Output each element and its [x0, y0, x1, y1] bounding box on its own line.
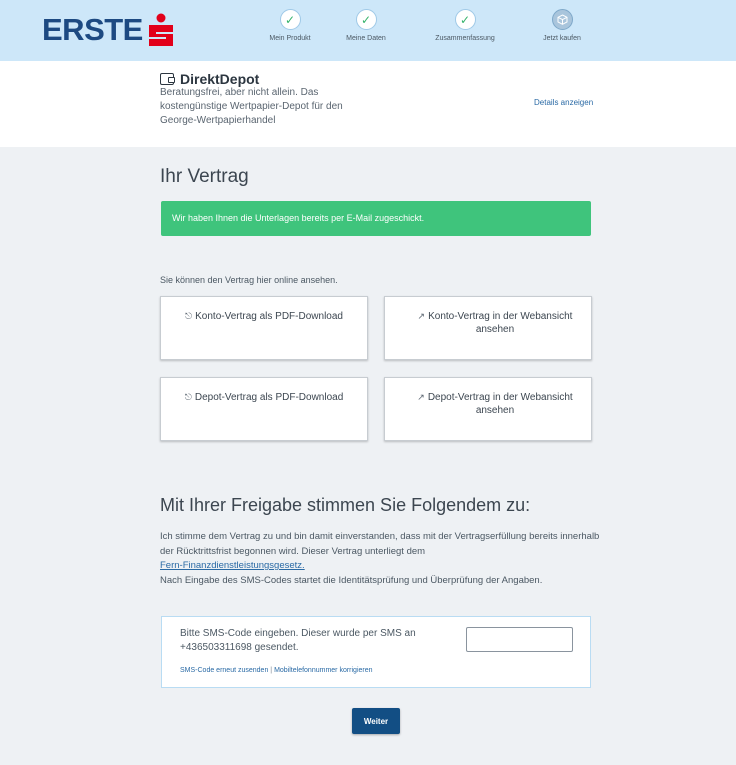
download-icon: ⎋ [184, 392, 192, 402]
depot-webview-button[interactable]: ↗ Depot-Vertrag in der Webansicht ansehen [384, 377, 592, 441]
wallet-icon [160, 73, 175, 85]
download-icon: ⎋ [185, 311, 193, 321]
step-label: Mein Produkt [269, 35, 311, 42]
details-link[interactable]: Details anzeigen [534, 98, 593, 107]
product-summary: DirektDepot Beratungsfrei, aber nicht al… [0, 61, 736, 147]
step-meine-daten[interactable]: ✓ Meine Daten [326, 9, 406, 42]
cube-icon [551, 9, 573, 30]
contract-intro: Sie können den Vertrag hier online anseh… [160, 275, 338, 285]
sms-code-input[interactable] [466, 627, 573, 652]
consent-heading: Mit Ihrer Freigabe stimmen Sie Folgendem… [160, 495, 531, 515]
depot-pdf-download-button[interactable]: ⎋ Depot-Vertrag als PDF-Download [160, 377, 368, 441]
check-icon: ✓ [454, 9, 476, 30]
fern-finanz-link[interactable]: Fern-Finanzdienstleistungsgesetz. [160, 560, 305, 571]
step-label: Zusammenfassung [435, 35, 495, 42]
card-label: Konto-Vertrag in der Webansicht ansehen [428, 311, 573, 335]
consent-text: Ich stimme dem Vertrag zu und bin damit … [160, 530, 600, 588]
step-jetzt-kaufen: Jetzt kaufen [522, 9, 602, 42]
check-icon: ✓ [355, 9, 377, 30]
link-separator: | [270, 667, 273, 674]
resend-sms-link[interactable]: SMS-Code erneut zusenden [180, 667, 268, 674]
top-header: ERSTE ✓ Mein Produkt ✓ Meine Daten ✓ Zus… [0, 0, 736, 61]
card-label: Depot-Vertrag als PDF-Download [194, 392, 344, 403]
correct-phone-link[interactable]: Mobiltelefonnummer korrigieren [274, 667, 372, 674]
sparkasse-s-icon [146, 13, 176, 47]
product-title-text: DirektDepot [180, 71, 260, 87]
konto-webview-button[interactable]: ↗ Konto-Vertrag in der Webansicht ansehen [384, 296, 592, 360]
step-label: Meine Daten [346, 35, 386, 42]
sms-links: SMS-Code erneut zusenden | Mobiltelefonn… [180, 667, 373, 674]
step-mein-produkt[interactable]: ✓ Mein Produkt [250, 9, 330, 42]
external-link-icon: ↗ [417, 311, 426, 321]
next-button[interactable]: Weiter [352, 708, 400, 734]
sms-code-panel: Bitte SMS-Code eingeben. Dieser wurde pe… [161, 616, 591, 688]
progress-steps: ✓ Mein Produkt ✓ Meine Daten ✓ Zusammenf… [236, 9, 596, 49]
consent-text-part: Nach Eingabe des SMS-Codes startet die I… [160, 574, 543, 586]
erste-logo[interactable]: ERSTE [42, 12, 176, 48]
card-label: Depot-Vertrag in der Webansicht ansehen [427, 392, 573, 416]
sms-prompt: Bitte SMS-Code eingeben. Dieser wurde pe… [180, 628, 416, 653]
card-label: Konto-Vertrag als PDF-Download [195, 311, 343, 322]
consent-text-part: Ich stimme dem Vertrag zu und bin damit … [160, 531, 600, 557]
contract-heading: Ihr Vertrag [160, 166, 249, 187]
check-icon: ✓ [279, 9, 301, 30]
step-label: Jetzt kaufen [543, 35, 581, 42]
step-zusammenfassung[interactable]: ✓ Zusammenfassung [425, 9, 505, 42]
success-alert: Wir haben Ihnen die Unterlagen bereits p… [161, 201, 591, 236]
product-description: Beratungsfrei, aber nicht allein. Das ko… [160, 87, 343, 126]
logo-text: ERSTE [42, 12, 143, 47]
external-link-icon: ↗ [417, 392, 425, 402]
product-title: DirektDepot [160, 71, 259, 87]
konto-pdf-download-button[interactable]: ⎋ Konto-Vertrag als PDF-Download [160, 296, 368, 360]
